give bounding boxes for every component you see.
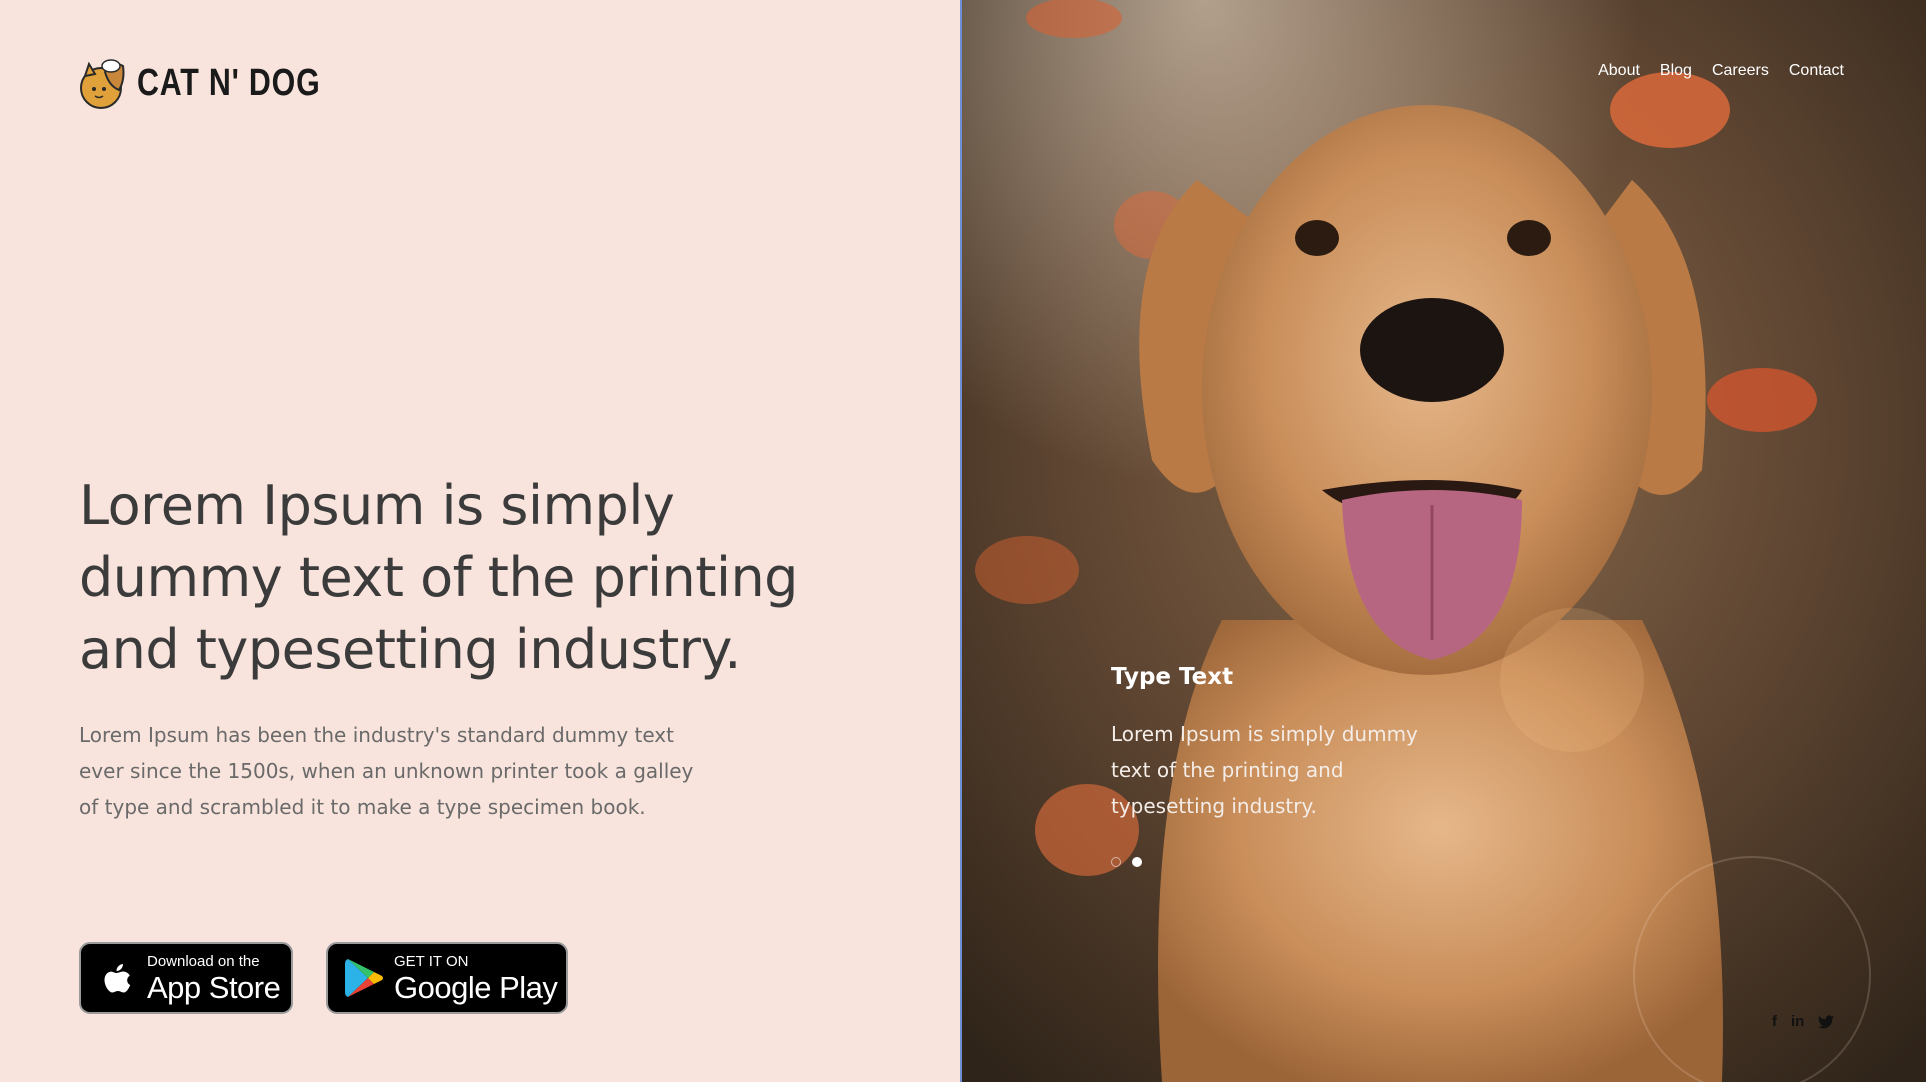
app-store-large-label: App Store <box>147 969 281 1005</box>
google-play-small-label: GET IT ON <box>394 952 469 970</box>
hero-headline: Lorem Ipsum is simply dummy text of the … <box>79 474 798 681</box>
twitter-icon[interactable] <box>1818 1014 1835 1029</box>
slider-pagination <box>1111 857 1142 867</box>
facebook-icon[interactable]: f <box>1772 1013 1777 1030</box>
brand-name: CAT N' DOG <box>137 61 321 104</box>
nav-about[interactable]: About <box>1598 62 1640 80</box>
google-play-icon <box>345 959 383 997</box>
app-store-small-label: Download on the <box>147 952 260 970</box>
social-links: f in <box>1772 1013 1835 1030</box>
hero-subtext: Lorem Ipsum has been the industry's stan… <box>79 723 694 819</box>
app-store-button[interactable]: Download on the App Store <box>79 942 293 1014</box>
logo[interactable]: CAT N' DOG <box>79 56 366 110</box>
nav-blog[interactable]: Blog <box>1660 62 1692 80</box>
google-play-button[interactable]: GET IT ON Google Play <box>326 942 568 1014</box>
google-play-large-label: Google Play <box>394 969 558 1005</box>
slider-dot-1[interactable] <box>1111 857 1121 867</box>
main-nav: About Blog Careers Contact <box>1598 62 1844 80</box>
landing-page: CAT N' DOG Lorem Ipsum is simply dummy t… <box>0 0 1926 1082</box>
nav-careers[interactable]: Careers <box>1712 62 1769 80</box>
hero-image-panel: About Blog Careers Contact Type Text Lor… <box>960 0 1926 1082</box>
left-panel: CAT N' DOG Lorem Ipsum is simply dummy t… <box>0 0 960 1082</box>
slide-title: Type Text <box>1111 664 1234 690</box>
slide-body: Lorem Ipsum is simply dummy text of the … <box>1111 722 1418 818</box>
nav-contact[interactable]: Contact <box>1789 62 1844 80</box>
slider-dot-2[interactable] <box>1132 857 1142 867</box>
apple-icon <box>104 964 131 993</box>
cat-dog-logo-icon <box>80 59 125 109</box>
linkedin-icon[interactable]: in <box>1791 1013 1804 1030</box>
slide-caption: Type Text Lorem Ipsum is simply dummy te… <box>1111 664 1431 824</box>
golden-retriever-photo <box>962 0 1926 1082</box>
